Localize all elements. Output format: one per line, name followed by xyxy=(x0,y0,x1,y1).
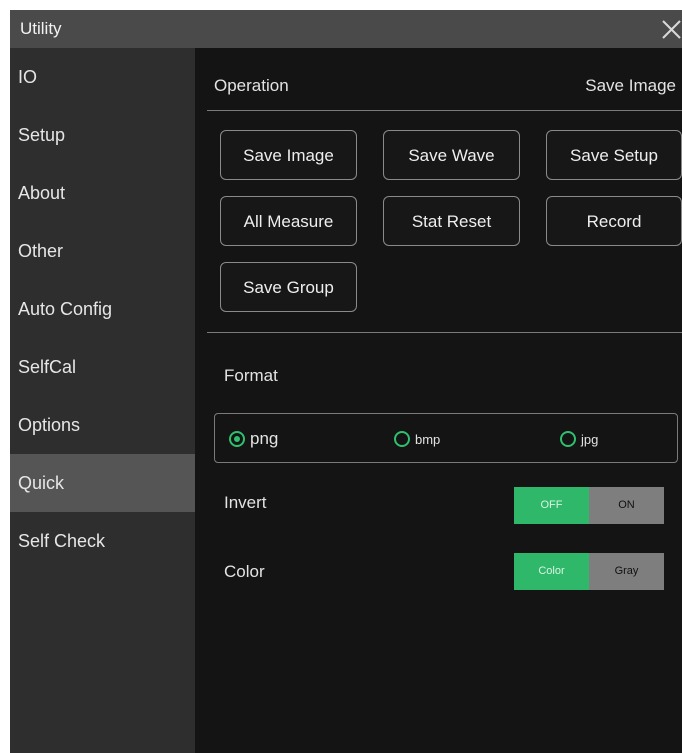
sidebar-item-options[interactable]: Options xyxy=(10,396,195,454)
sidebar: IO Setup About Other Auto Config SelfCal… xyxy=(10,48,195,753)
radio-png[interactable]: png xyxy=(229,429,278,449)
divider xyxy=(207,332,682,333)
radio-png-label: png xyxy=(250,429,279,448)
invert-off-option[interactable]: OFF xyxy=(514,487,589,524)
invert-on-option[interactable]: ON xyxy=(589,487,664,524)
stat-reset-button[interactable]: Stat Reset xyxy=(383,196,520,246)
sidebar-item-setup[interactable]: Setup xyxy=(10,106,195,164)
main-panel: Operation Save Image Save Image Save Wav… xyxy=(195,48,682,753)
close-icon[interactable] xyxy=(658,16,682,42)
sidebar-item-io[interactable]: IO xyxy=(10,48,195,106)
operation-label: Operation xyxy=(214,76,289,95)
title-bar: Utility xyxy=(10,10,682,48)
save-setup-button[interactable]: Save Setup xyxy=(546,130,682,180)
sidebar-item-selfcal[interactable]: SelfCal xyxy=(10,338,195,396)
save-group-button[interactable]: Save Group xyxy=(220,262,357,312)
radio-unchecked-icon xyxy=(560,431,576,447)
sidebar-item-about[interactable]: About xyxy=(10,164,195,222)
sidebar-item-other[interactable]: Other xyxy=(10,222,195,280)
operation-value[interactable]: Save Image xyxy=(585,76,676,96)
radio-jpg[interactable]: jpg xyxy=(560,429,598,449)
sidebar-item-self-check[interactable]: Self Check xyxy=(10,512,195,570)
save-wave-button[interactable]: Save Wave xyxy=(383,130,520,180)
format-radio-group: png bmp jpg xyxy=(214,413,678,463)
color-toggle[interactable]: Color Gray xyxy=(514,553,664,590)
all-measure-button[interactable]: All Measure xyxy=(220,196,357,246)
sidebar-item-quick[interactable]: Quick xyxy=(10,454,195,512)
format-label: Format xyxy=(224,366,278,385)
radio-unchecked-icon xyxy=(394,431,410,447)
color-color-option[interactable]: Color xyxy=(514,553,589,590)
color-label: Color xyxy=(224,562,265,581)
divider xyxy=(207,110,682,111)
invert-toggle[interactable]: OFF ON xyxy=(514,487,664,524)
save-image-button[interactable]: Save Image xyxy=(220,130,357,180)
record-button[interactable]: Record xyxy=(546,196,682,246)
radio-bmp[interactable]: bmp xyxy=(394,429,440,449)
invert-label: Invert xyxy=(224,493,267,512)
radio-bmp-label: bmp xyxy=(415,431,441,447)
radio-jpg-label: jpg xyxy=(581,431,599,447)
window-title: Utility xyxy=(20,19,62,38)
radio-checked-icon xyxy=(229,431,245,447)
color-gray-option[interactable]: Gray xyxy=(589,553,664,590)
sidebar-item-auto-config[interactable]: Auto Config xyxy=(10,280,195,338)
utility-window: Utility IO Setup About Other Auto Config… xyxy=(10,10,682,753)
